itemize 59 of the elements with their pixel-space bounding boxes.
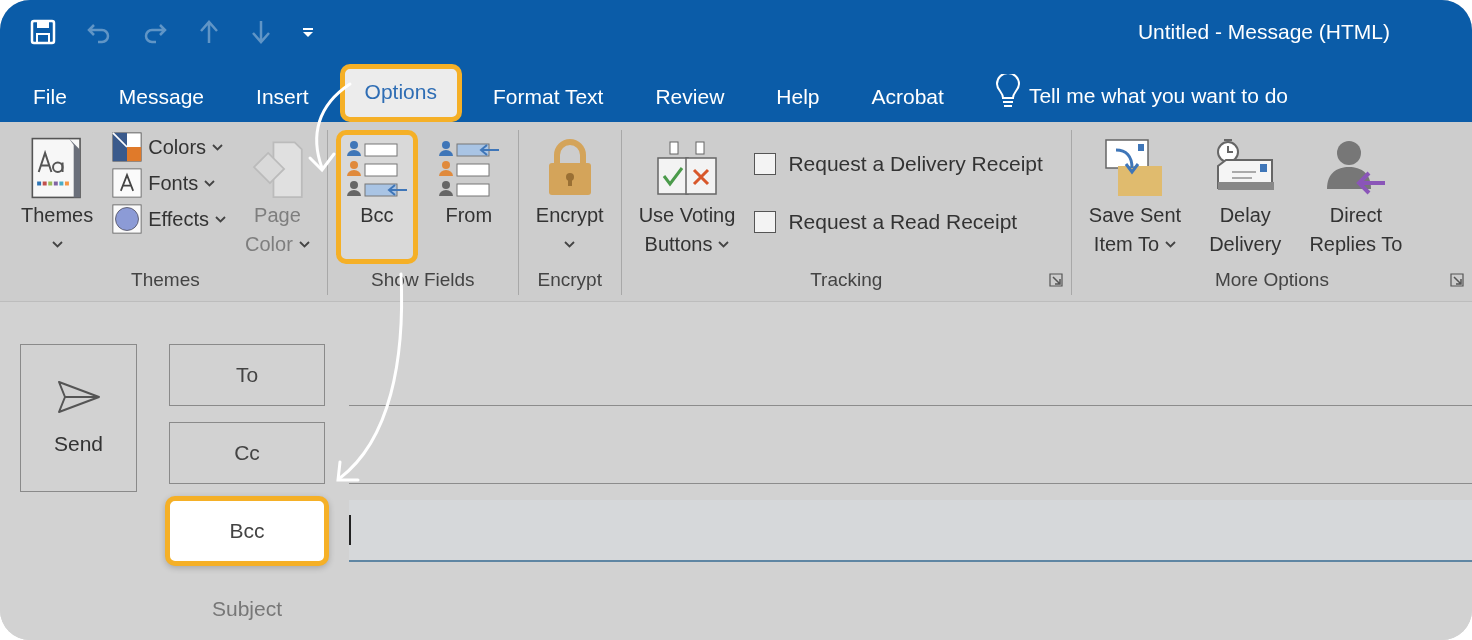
group-label: Themes (131, 269, 200, 291)
font-icon (112, 168, 143, 198)
ribbon-button[interactable]: Bcc (335, 130, 418, 264)
dialog-launcher-icon[interactable] (1048, 273, 1063, 287)
button-label: From (445, 204, 493, 227)
checkbox-label[interactable]: Request a Delivery Receipt (788, 152, 1043, 176)
send-button[interactable]: Send (20, 344, 137, 492)
button-label: Delivery (1209, 233, 1282, 256)
button-label: Direct (1329, 204, 1382, 227)
button-label: Use Voting (638, 204, 736, 227)
circle-icon (112, 204, 143, 234)
ribbon-tab[interactable]: Format Text (471, 64, 625, 122)
checkbox[interactable] (754, 211, 777, 233)
group-label: Tracking (810, 269, 883, 291)
button-label: Save Sent (1088, 204, 1182, 227)
ribbon-button[interactable]: Colors (112, 132, 227, 162)
ribbon-tab[interactable]: Insert (235, 64, 330, 122)
checkbox-label[interactable]: Request a Read Receipt (788, 210, 1018, 234)
button-label: Replies To (1309, 233, 1403, 256)
dialog-launcher-icon[interactable] (1450, 273, 1464, 287)
save-icon[interactable] (30, 19, 56, 45)
address-button[interactable]: Bcc (165, 496, 329, 566)
button-label: Delay (1219, 204, 1271, 227)
dropdown-icon[interactable] (302, 26, 314, 38)
checkbox[interactable] (754, 153, 777, 175)
search-field[interactable]: Tell me what you want to do (1028, 84, 1349, 108)
lightbulb-icon (994, 74, 1021, 108)
ribbon-button[interactable]: Direct Replies To (1300, 130, 1412, 264)
button-label: Page (254, 204, 301, 227)
ribbon-button[interactable]: Delay Delivery (1200, 130, 1291, 264)
ribbon-button[interactable]: Encrypt (526, 130, 613, 264)
color-palette-icon (112, 132, 143, 162)
group-label: More Options (1214, 269, 1329, 291)
ribbon-button[interactable]: Fonts (112, 168, 227, 198)
button-label: Buttons (644, 233, 713, 256)
ribbon-tab[interactable]: Review (634, 64, 746, 122)
ribbon-button[interactable]: Use Voting Buttons (629, 130, 745, 264)
field-label: Subject (210, 596, 283, 622)
ribbon-button[interactable]: From (427, 130, 510, 264)
button-label: Themes (21, 204, 94, 227)
ribbon-button[interactable]: Save Sent Item To (1079, 130, 1191, 264)
ribbon-tab[interactable]: Options (339, 64, 462, 122)
address-button[interactable]: To (169, 344, 325, 406)
address-button[interactable]: Cc (169, 422, 325, 484)
button-label: Color (245, 233, 293, 256)
input-field[interactable] (349, 500, 1472, 562)
ribbon-tab[interactable]: File (12, 64, 88, 122)
button-label: Bcc (360, 204, 394, 227)
button-label: Item To (1093, 233, 1160, 256)
group-label: Encrypt (537, 269, 602, 291)
ribbon-button[interactable]: Effects (112, 204, 227, 234)
ribbon-tab[interactable]: Message (97, 64, 226, 122)
ribbon-tab[interactable]: Acrobat (850, 64, 965, 122)
button-label: Encrypt (535, 204, 604, 227)
send-icon (56, 380, 101, 414)
ribbon-tab[interactable]: Help (755, 64, 841, 122)
ribbon-button[interactable]: Themes (12, 130, 103, 264)
window-title: Untitled - Message (HTML) (1137, 20, 1390, 44)
group-label: Show Fields (371, 269, 475, 291)
